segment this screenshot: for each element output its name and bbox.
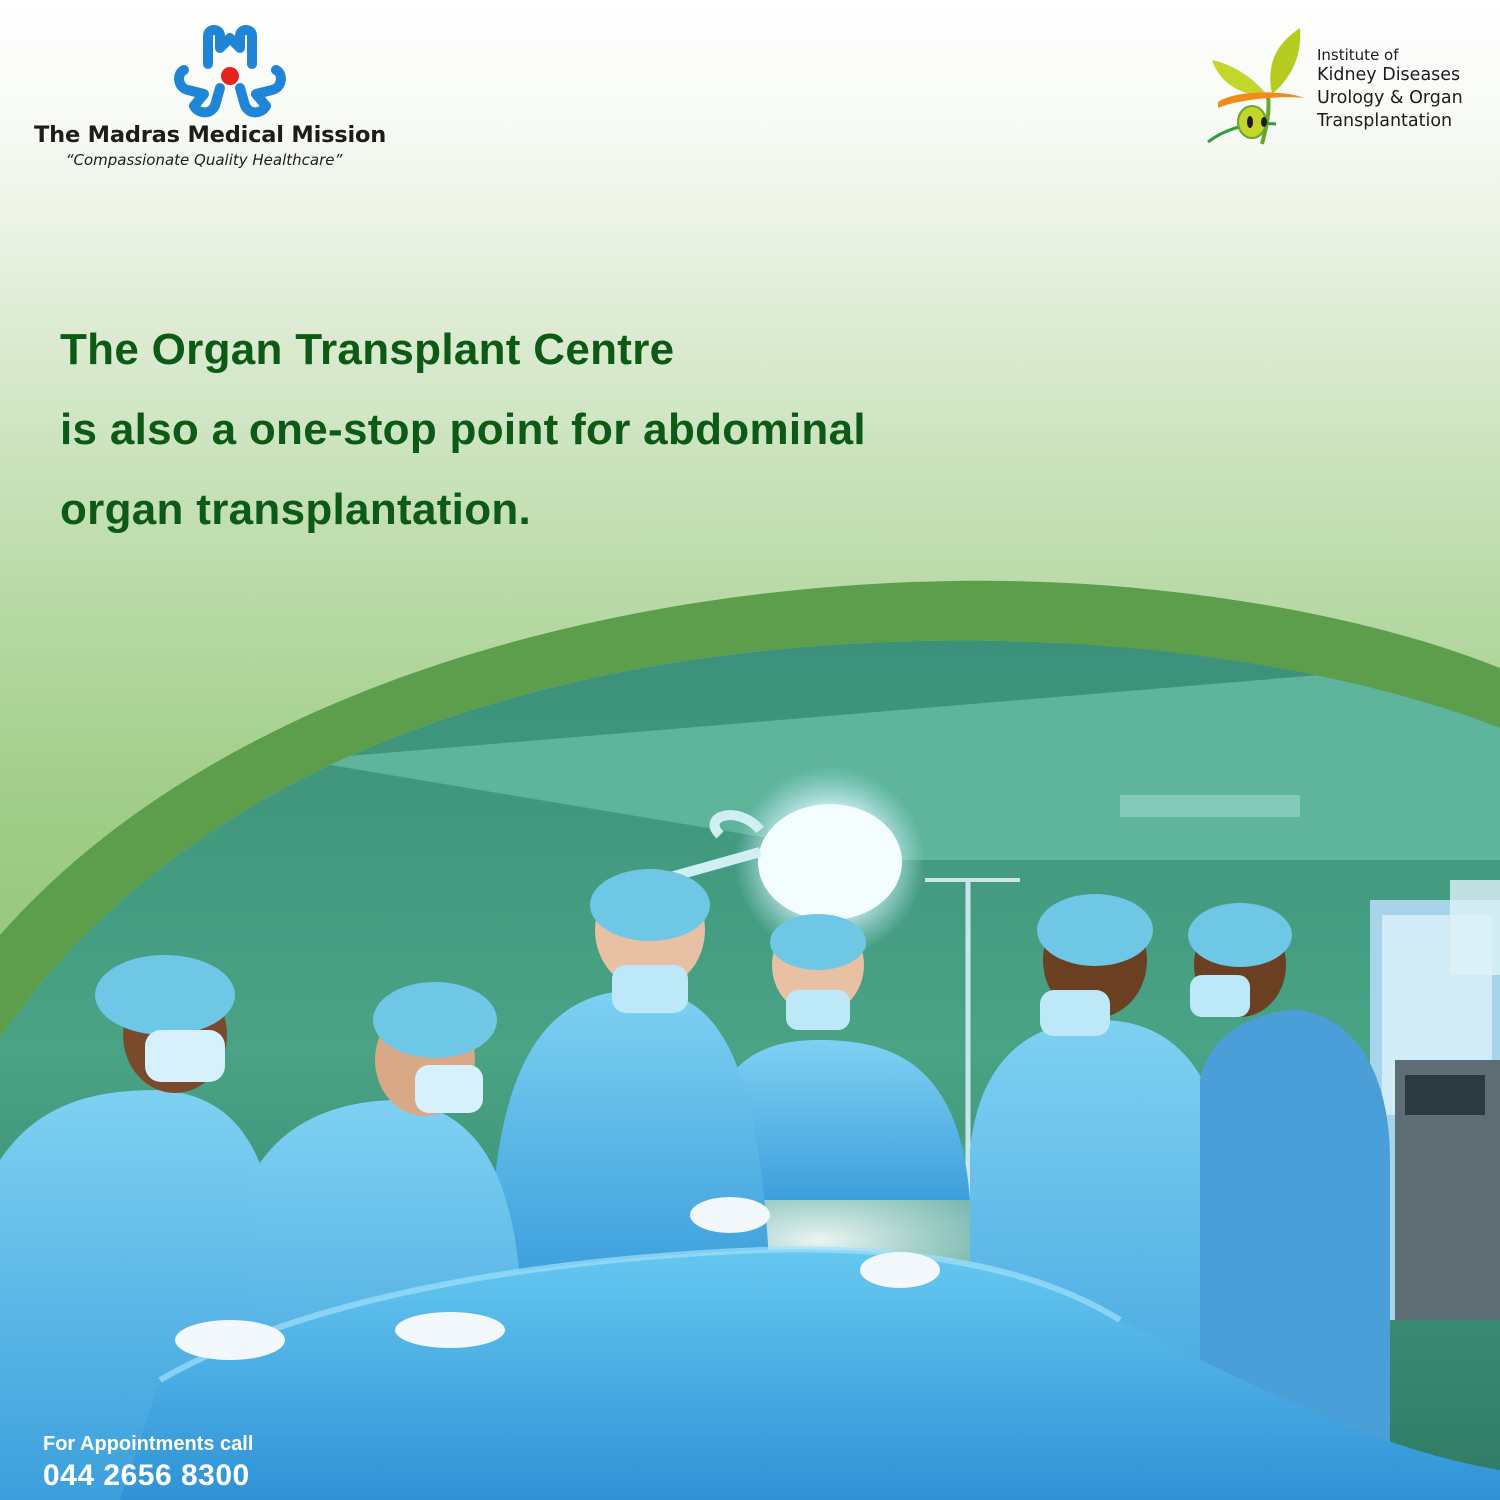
appointment-phone[interactable]: 044 2656 8300 <box>43 1458 253 1494</box>
surgery-photo <box>0 580 1500 1500</box>
headline-line-2: is also a one-stop point for abdominal <box>60 405 866 454</box>
madras-medical-mission-logo: The Madras Medical Mission “Compassionat… <box>34 24 387 174</box>
institute-line-3: Urology & Organ <box>1317 88 1463 108</box>
mmm-emblem-icon <box>174 25 286 118</box>
brand-name: The Madras Medical Mission <box>34 122 387 148</box>
institute-line-4: Transplantation <box>1317 111 1453 131</box>
appointment-label: For Appointments call <box>43 1433 254 1455</box>
institute-logo: Institute of Kidney Diseases Urology & O… <box>1206 24 1492 154</box>
headline: The Organ Transplant Centre is also a on… <box>60 310 1160 550</box>
institute-line-2: Kidney Diseases <box>1317 65 1461 85</box>
headline-line-1: The Organ Transplant Centre <box>60 325 675 374</box>
institute-line-1: Institute of <box>1317 46 1399 64</box>
institute-text: Institute of Kidney Diseases Urology & O… <box>1317 46 1463 133</box>
headline-line-3: organ transplantation. <box>60 485 532 534</box>
brand-tagline: “Compassionate Quality Healthcare” <box>65 151 343 169</box>
appointment-block: For Appointments call 044 2656 8300 <box>43 1430 253 1494</box>
poster: The Madras Medical Mission “Compassionat… <box>0 0 1500 1500</box>
sprout-kidney-icon <box>1207 28 1304 145</box>
